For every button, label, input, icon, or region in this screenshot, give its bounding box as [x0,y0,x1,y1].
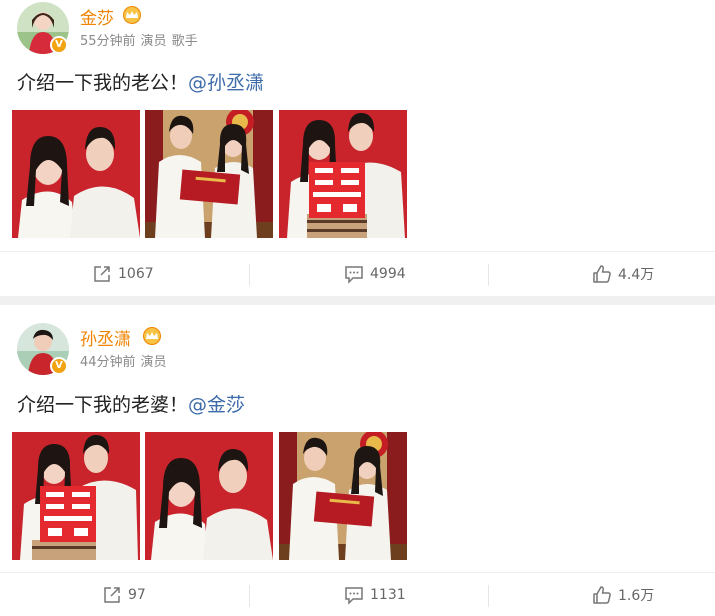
post-time[interactable]: 55分钟前 [80,34,136,49]
mention-link[interactable]: @金莎 [188,394,245,416]
comment-icon [345,587,363,605]
post-text: 介绍一下我的老婆！@金莎 [17,390,245,417]
photo-grid [12,432,412,560]
like-count: 4.4万 [618,267,655,283]
comment-icon [345,266,363,284]
photo-grid [12,110,412,238]
comment-count: 4994 [370,266,406,282]
like-button[interactable]: 4.4万 [592,252,654,296]
mention-link[interactable]: @孙丞潇 [188,72,264,94]
verified-badge-icon: V [50,357,68,375]
comment-button[interactable]: 1131 [344,573,406,616]
username[interactable]: 金莎 [80,4,114,29]
photo-thumbnail[interactable] [145,432,273,560]
verified-badge-icon: V [50,36,68,54]
action-bar: 97 1131 1.6万 [0,572,715,616]
post-meta: 44分钟前 演员 [80,351,172,370]
weibo-post-1: V 金莎 55分钟前 演员 歌手 介绍一下我的老公！@孙丞潇 1067 4994… [0,0,715,296]
user-tag: 演员 [140,355,167,370]
comment-count: 1131 [370,587,406,603]
repost-count: 1067 [118,266,154,282]
post-body: 介绍一下我的老公！ [17,72,189,94]
post-meta: 55分钟前 演员 歌手 [80,30,203,49]
action-bar: 1067 4994 4.4万 [0,251,715,295]
like-button[interactable]: 1.6万 [592,573,654,616]
repost-icon [94,266,110,282]
thumbs-up-icon [593,265,611,283]
thumbs-up-icon [593,586,611,604]
post-time[interactable]: 44分钟前 [80,355,136,370]
action-divider [249,264,250,286]
photo-thumbnail[interactable] [12,110,140,238]
action-divider [488,585,489,607]
repost-button[interactable]: 97 [102,573,146,616]
crown-icon [123,6,141,24]
photo-thumbnail[interactable] [279,110,407,238]
comment-button[interactable]: 4994 [344,252,406,296]
action-divider [488,264,489,286]
user-tag: 歌手 [171,34,198,49]
photo-thumbnail[interactable] [279,432,407,560]
action-divider [249,585,250,607]
repost-icon [104,587,120,603]
post-separator [0,296,715,305]
repost-count: 97 [128,587,146,603]
photo-thumbnail[interactable] [145,110,273,238]
user-tag: 演员 [140,34,167,49]
post-text: 介绍一下我的老公！@孙丞潇 [17,68,264,95]
username[interactable]: 孙丞潇 [80,325,131,350]
weibo-post-2: V 孙丞潇 44分钟前 演员 介绍一下我的老婆！@金莎 97 1131 1.6万 [0,305,715,616]
photo-thumbnail[interactable] [12,432,140,560]
post-body: 介绍一下我的老婆！ [17,394,189,416]
repost-button[interactable]: 1067 [92,252,154,296]
like-count: 1.6万 [618,588,655,604]
crown-icon [143,327,161,345]
